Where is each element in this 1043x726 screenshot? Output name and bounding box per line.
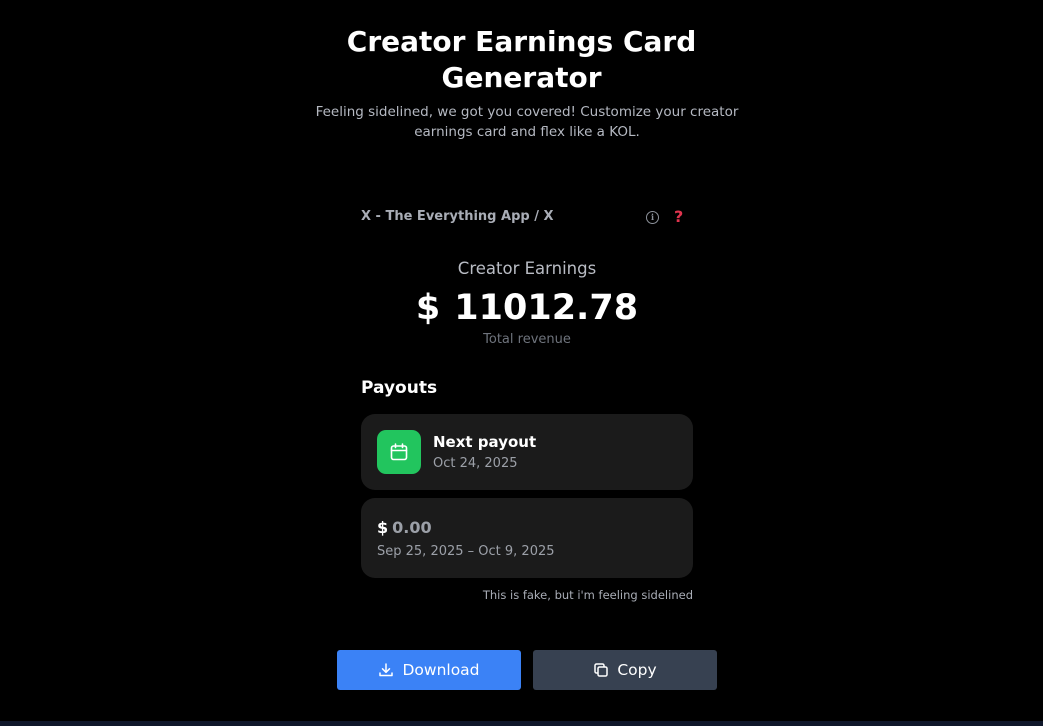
earnings-value: 11012.78 (454, 288, 639, 328)
page-title: Creator Earnings Card Generator (0, 24, 1043, 96)
total-revenue-label: Total revenue (483, 332, 571, 347)
app-name: X - The Everything App / X (361, 209, 554, 224)
calendar-icon (377, 430, 421, 474)
balance-value: 0.00 (392, 518, 432, 537)
payouts-heading: Payouts (361, 378, 438, 398)
download-icon (379, 663, 394, 677)
next-payout-title: Next payout (433, 433, 537, 451)
earnings-currency: $ (415, 288, 441, 328)
page-title-line-2: Generator (441, 61, 602, 94)
page-subtitle: Feeling sidelined, we got you covered! C… (315, 104, 739, 140)
balance-card: $0.00 Sep 25, 2025 – Oct 9, 2025 (361, 498, 693, 578)
copy-icon (594, 663, 609, 677)
card-header: X - The Everything App / X i ? (361, 208, 693, 229)
help-icon[interactable]: ? (674, 208, 683, 226)
copy-label: Copy (617, 661, 657, 679)
earnings-amount: $11012.78 (0, 285, 1043, 331)
bottom-bar (0, 721, 1043, 726)
disclaimer: This is fake, but i'm feeling sidelined (482, 588, 693, 602)
next-payout-date: Oct 24, 2025 (433, 456, 518, 471)
balance-amount: $0.00 (377, 518, 432, 537)
balance-date-range: Sep 25, 2025 – Oct 9, 2025 (377, 544, 555, 559)
copy-button[interactable]: Copy (533, 650, 717, 690)
download-button[interactable]: Download (337, 650, 521, 690)
info-icon[interactable]: i (646, 211, 659, 224)
download-label: Download (402, 661, 480, 679)
next-payout-card: Next payout Oct 24, 2025 (361, 414, 693, 490)
balance-currency: $ (377, 518, 389, 537)
page: Creator Earnings Card Generator Feeling … (0, 0, 1043, 726)
page-title-line-1: Creator Earnings Card (346, 25, 697, 58)
earnings-label: Creator Earnings (457, 259, 597, 278)
